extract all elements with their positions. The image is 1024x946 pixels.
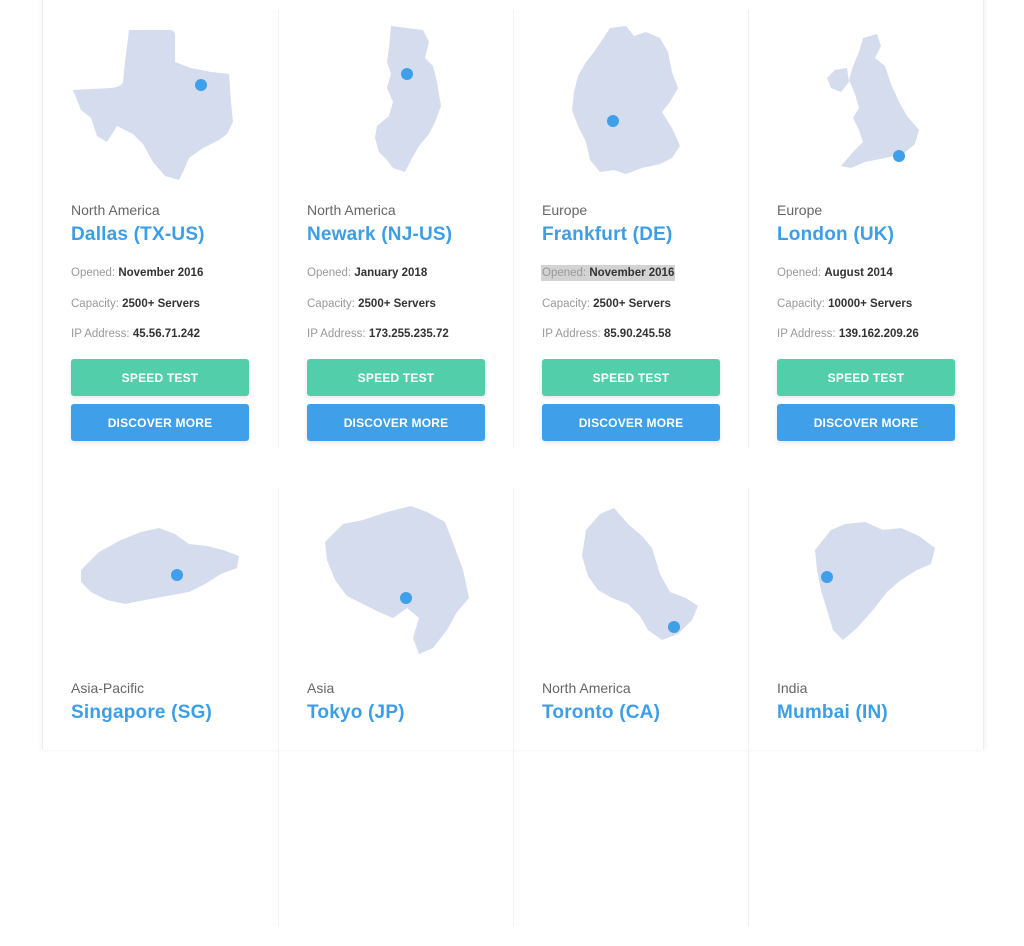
speed-test-button[interactable]: SPEED TEST — [307, 359, 485, 396]
region-label: Europe — [542, 202, 588, 218]
location-card-toronto: North America Toronto (CA) — [513, 488, 748, 926]
city-title[interactable]: Singapore (SG) — [71, 702, 212, 724]
tokyo-map-icon — [307, 500, 485, 660]
location-card-frankfurt: Europe Frankfurt (DE) Opened: November 2… — [513, 10, 748, 448]
city-title[interactable]: Tokyo (JP) — [307, 702, 405, 724]
location-card-singapore: Asia-Pacific Singapore (SG) — [43, 488, 278, 926]
speed-test-button[interactable]: SPEED TEST — [71, 359, 249, 396]
speed-test-button[interactable]: SPEED TEST — [777, 359, 955, 396]
uk-map-icon — [777, 22, 955, 182]
region-label: North America — [71, 202, 160, 218]
location-card-dallas: North America Dallas (TX-US) Opened: Nov… — [43, 10, 278, 448]
region-label: Asia-Pacific — [71, 680, 145, 696]
capacity-info: Capacity: 10000+ Servers — [777, 298, 913, 310]
region-label: Europe — [777, 202, 823, 218]
city-title[interactable]: London (UK) — [777, 224, 894, 246]
opened-info: Opened: August 2014 — [777, 267, 893, 279]
discover-more-button[interactable]: DISCOVER MORE — [71, 404, 249, 441]
opened-info: Opened: November 2016 — [541, 265, 676, 281]
discover-more-button[interactable]: DISCOVER MORE — [777, 404, 955, 441]
ip-info: IP Address: 85.90.245.58 — [542, 328, 671, 340]
ip-info: IP Address: 173.255.235.72 — [307, 328, 449, 340]
opened-info: Opened: January 2018 — [307, 267, 428, 279]
capacity-info: Capacity: 2500+ Servers — [542, 298, 671, 310]
city-title[interactable]: Toronto (CA) — [542, 702, 660, 724]
speed-test-button[interactable]: SPEED TEST — [542, 359, 720, 396]
locations-container: North America Dallas (TX-US) Opened: Nov… — [42, 0, 984, 926]
city-title[interactable]: Newark (NJ-US) — [307, 224, 452, 246]
location-card-london: Europe London (UK) Opened: August 2014 C… — [748, 10, 983, 448]
capacity-info: Capacity: 2500+ Servers — [71, 298, 200, 310]
opened-info: Opened: November 2016 — [71, 267, 204, 279]
region-label: Asia — [307, 680, 335, 696]
location-card-newark: North America Newark (NJ-US) Opened: Jan… — [278, 10, 513, 448]
maharashtra-map-icon — [777, 500, 955, 660]
locations-grid: North America Dallas (TX-US) Opened: Nov… — [43, 0, 983, 946]
locations-row: North America Dallas (TX-US) Opened: Nov… — [43, 0, 983, 468]
new-jersey-map-icon — [307, 22, 485, 182]
discover-more-button[interactable]: DISCOVER MORE — [307, 404, 485, 441]
ip-info: IP Address: 45.56.71.242 — [71, 328, 200, 340]
texas-map-icon — [71, 22, 249, 182]
ontario-map-icon — [542, 500, 720, 660]
region-label: India — [777, 680, 808, 696]
location-card-tokyo: Asia Tokyo (JP) — [278, 488, 513, 926]
region-label: North America — [542, 680, 631, 696]
region-label: North America — [307, 202, 396, 218]
city-title[interactable]: Mumbai (IN) — [777, 702, 888, 724]
ip-info: IP Address: 139.162.209.26 — [777, 328, 919, 340]
city-title[interactable]: Frankfurt (DE) — [542, 224, 673, 246]
discover-more-button[interactable]: DISCOVER MORE — [542, 404, 720, 441]
singapore-map-icon — [71, 500, 249, 660]
city-title[interactable]: Dallas (TX-US) — [71, 224, 205, 246]
germany-map-icon — [542, 22, 720, 182]
location-card-mumbai: India Mumbai (IN) — [748, 488, 983, 926]
capacity-info: Capacity: 2500+ Servers — [307, 298, 436, 310]
locations-row: Asia-Pacific Singapore (SG) Asia Tokyo (… — [43, 468, 983, 946]
